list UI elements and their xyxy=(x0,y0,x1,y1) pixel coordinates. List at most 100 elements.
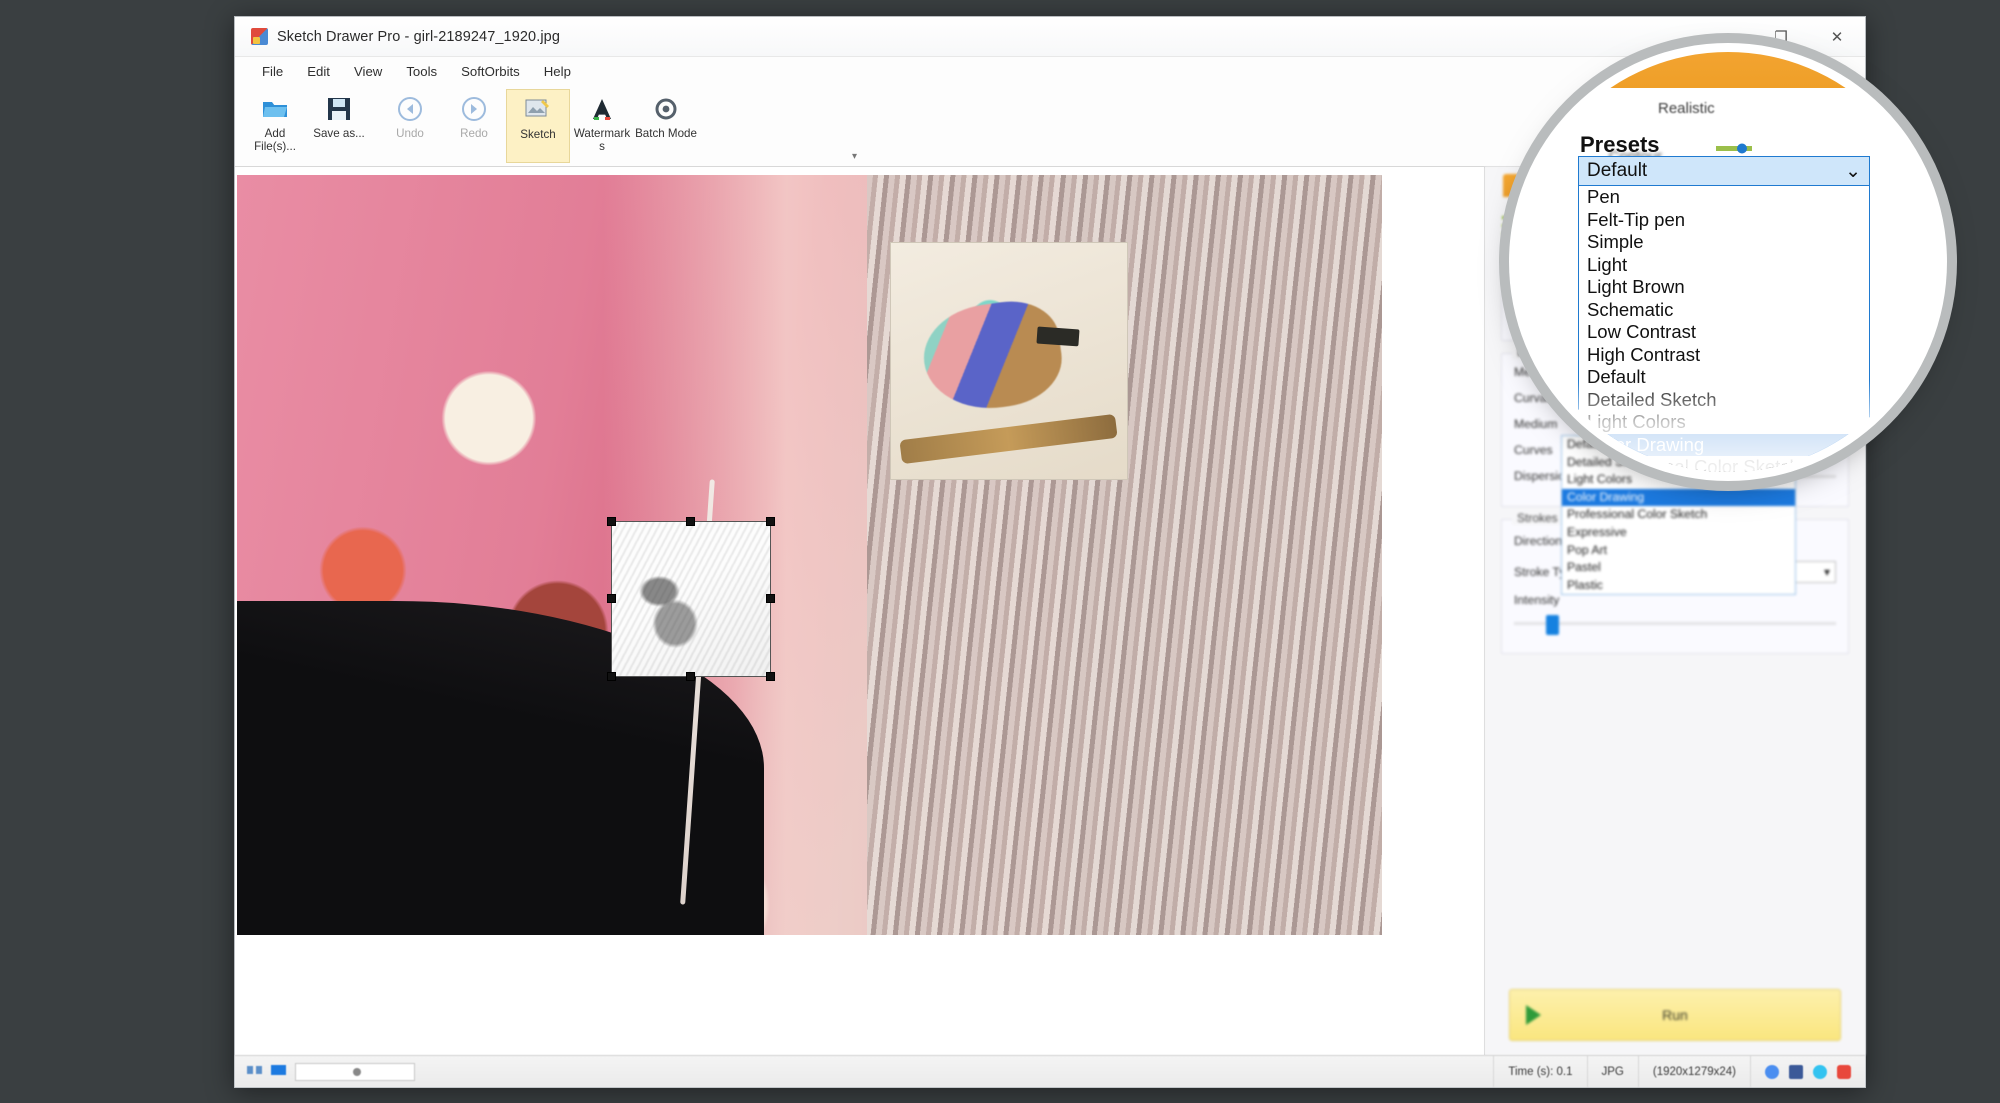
source-photo xyxy=(237,175,1382,935)
fit-to-window-icon[interactable] xyxy=(247,1064,263,1079)
actual-size-icon[interactable] xyxy=(271,1064,287,1079)
selection-handle-top-center[interactable] xyxy=(686,517,695,526)
undo-arrow-icon xyxy=(395,94,425,124)
status-format: JPG xyxy=(1586,1056,1638,1087)
window-controls: – ❐ ✕ xyxy=(1697,17,1865,57)
status-bar: Time (s): 0.1 JPG (1920x1279x24) xyxy=(235,1055,1865,1087)
run-button[interactable]: Run xyxy=(1509,989,1841,1041)
menu-tools[interactable]: Tools xyxy=(395,61,448,82)
facebook-icon[interactable] xyxy=(1789,1064,1803,1079)
selection-handle-top-left[interactable] xyxy=(607,517,616,526)
toolbar-undo-button[interactable]: Undo xyxy=(378,89,442,163)
toolbar-batch-mode-label: Batch Mode xyxy=(635,127,697,140)
dropdown-item[interactable]: Expressive xyxy=(1562,524,1795,542)
run-button-container: Run xyxy=(1485,989,1865,1055)
maximize-button[interactable]: ❐ xyxy=(1753,17,1809,57)
magnifier-loupe: Realistic ✕ Contour Enable Edges Edge S … xyxy=(1518,52,1938,472)
minimize-button[interactable]: – xyxy=(1697,17,1753,57)
toolbar-group-history: Undo Redo xyxy=(378,89,506,163)
google-plus-icon[interactable] xyxy=(1765,1064,1779,1079)
preset-option-simple[interactable]: Simple xyxy=(1579,231,1869,254)
toolbar-watermarks-button[interactable]: Watermarks xyxy=(570,89,634,163)
intensity-slider[interactable] xyxy=(1514,615,1836,635)
dropdown-item-selected[interactable]: Color Drawing xyxy=(1562,488,1795,507)
toolbar-watermarks-label: Watermarks xyxy=(573,127,631,153)
sketch-preview-selection[interactable] xyxy=(607,517,775,681)
toolbar-redo-button[interactable]: Redo xyxy=(442,89,506,163)
run-arrow-icon xyxy=(1526,1005,1541,1025)
sketch-picture-icon xyxy=(523,95,553,125)
menu-view[interactable]: View xyxy=(343,61,393,82)
preset-option-schematic[interactable]: Schematic xyxy=(1579,299,1869,322)
gear-icon xyxy=(651,94,681,124)
toolbar-batch-mode-button[interactable]: Batch Mode xyxy=(634,89,698,163)
sketch-preview-content xyxy=(612,522,770,676)
dropdown-item[interactable]: Light Colors xyxy=(1562,471,1795,489)
zoom-slider[interactable] xyxy=(295,1062,415,1081)
presets-combobox-chevron-down-icon: ⌄ xyxy=(1845,160,1861,182)
selection-handle-bottom-right[interactable] xyxy=(766,672,775,681)
preset-option-felt-tip-pen[interactable]: Felt-Tip pen xyxy=(1579,209,1869,232)
loupe-preset-value-text: Realistic xyxy=(1658,100,1715,117)
letter-a-icon xyxy=(587,94,617,124)
dropdown-item[interactable]: Plastic xyxy=(1562,577,1795,595)
loupe-content: Realistic ✕ Contour Enable Edges Edge S … xyxy=(1518,52,1938,472)
toolbar-add-files-button[interactable]: Add File(s)... xyxy=(243,89,307,163)
bird-preview-inset[interactable] xyxy=(890,242,1128,480)
menu-softorbits[interactable]: SoftOrbits xyxy=(450,61,531,82)
presets-combobox[interactable]: Default ⌄ xyxy=(1578,156,1870,186)
dropdown-item[interactable]: Professional Color Sketch xyxy=(1562,506,1795,524)
toolbar-undo-label: Undo xyxy=(396,127,424,140)
selection-handle-bottom-center[interactable] xyxy=(686,672,695,681)
status-left-tools xyxy=(235,1062,427,1081)
status-social-links xyxy=(1750,1056,1865,1087)
menu-edit[interactable]: Edit xyxy=(296,61,341,82)
preset-option-light-brown[interactable]: Light Brown xyxy=(1579,276,1869,299)
presets-combobox-value: Default xyxy=(1587,160,1648,181)
twitter-icon[interactable] xyxy=(1813,1064,1827,1079)
loupe-presets-heading: Presets xyxy=(1580,132,1660,157)
toolbar-sketch-button[interactable]: Sketch xyxy=(506,89,570,163)
title-bar: Sketch Drawer Pro - girl-2189247_1920.jp… xyxy=(235,17,1865,57)
run-button-label: Run xyxy=(1662,1007,1688,1023)
toolbar-save-as-button[interactable]: Save as... xyxy=(307,89,371,163)
youtube-icon[interactable] xyxy=(1837,1064,1851,1079)
image-canvas[interactable] xyxy=(235,167,1485,1055)
selection-handle-middle-right[interactable] xyxy=(766,594,775,603)
strokes-group-title: Strokes xyxy=(1512,511,1563,525)
selection-handle-top-right[interactable] xyxy=(766,517,775,526)
toolbar-add-files-label: Add File(s)... xyxy=(254,127,296,153)
toolbar-sketch-label: Sketch xyxy=(520,128,556,141)
intensity-row: Intensity xyxy=(1514,593,1836,635)
intensity-slider-thumb[interactable] xyxy=(1546,615,1560,635)
status-dimensions: (1920x1279x24) xyxy=(1637,1056,1750,1087)
bird-body xyxy=(917,295,1068,418)
title-bar-left: Sketch Drawer Pro - girl-2189247_1920.jp… xyxy=(235,28,560,45)
preset-option-pen[interactable]: Pen xyxy=(1579,186,1869,209)
loupe-bottom-fade xyxy=(1518,380,1938,472)
floppy-save-icon xyxy=(324,94,354,124)
toolbar-group-effects: Sketch Watermarks Batch Mode xyxy=(506,89,698,163)
stroke-type-chevron-down-icon: ▾ xyxy=(1823,565,1830,579)
loupe-close-icon[interactable]: ✕ xyxy=(1912,100,1922,114)
toolbar-save-as-label: Save as... xyxy=(313,127,365,140)
selection-handle-middle-left[interactable] xyxy=(607,594,616,603)
dropdown-item[interactable]: Pop Art xyxy=(1562,542,1795,560)
preset-option-high-contrast[interactable]: High Contrast xyxy=(1579,344,1869,367)
selection-handle-bottom-left[interactable] xyxy=(607,672,616,681)
app-icon xyxy=(251,28,268,45)
open-folder-icon xyxy=(260,94,290,124)
close-button[interactable]: ✕ xyxy=(1809,17,1865,57)
status-time: Time (s): 0.1 xyxy=(1493,1056,1586,1087)
preset-option-low-contrast[interactable]: Low Contrast xyxy=(1579,321,1869,344)
preset-option-light[interactable]: Light xyxy=(1579,254,1869,277)
redo-arrow-icon xyxy=(459,94,489,124)
intensity-slider-track xyxy=(1514,622,1836,625)
toolbar-overflow-chevron-down-icon[interactable]: ▾ xyxy=(852,151,857,162)
menu-file[interactable]: File xyxy=(251,61,294,82)
menu-help[interactable]: Help xyxy=(533,61,582,82)
zoom-slider-thumb[interactable] xyxy=(352,1067,361,1076)
dropdown-item[interactable]: Pastel xyxy=(1562,559,1795,577)
bird-beak xyxy=(1036,326,1081,346)
toolbar-redo-label: Redo xyxy=(460,127,488,140)
